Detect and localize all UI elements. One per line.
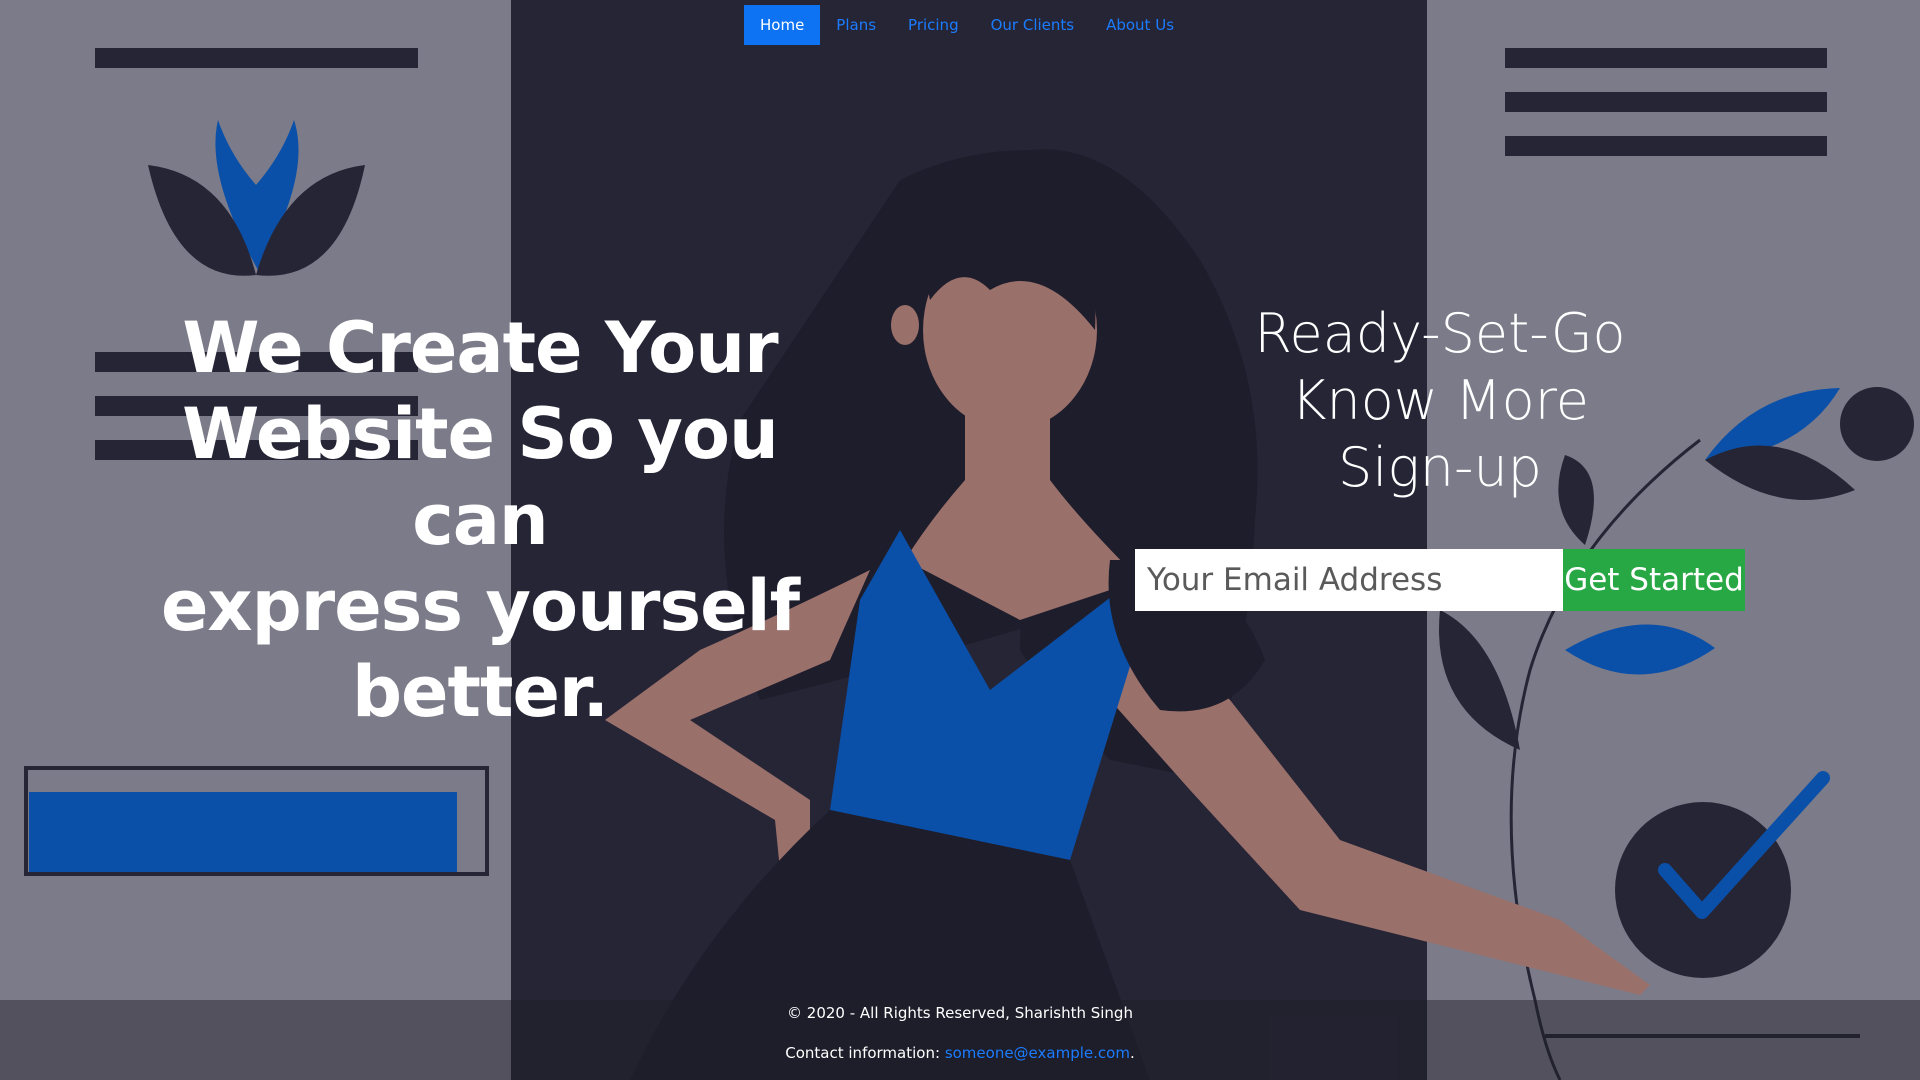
- cta-heading: Ready-Set-Go Know More Sign-up: [1230, 300, 1650, 501]
- cta-line: Know More: [1291, 369, 1589, 432]
- nav-home[interactable]: Home: [744, 5, 821, 45]
- nav-pricing[interactable]: Pricing: [892, 5, 975, 45]
- nav-about-us[interactable]: About Us: [1090, 5, 1190, 45]
- main-nav: Home Plans Pricing Our Clients About Us: [744, 5, 1190, 45]
- hero-line: Website So you: [182, 393, 779, 475]
- contact-label: Contact information:: [785, 1044, 941, 1062]
- hero-line: express yourself: [160, 565, 800, 647]
- contact-email-link[interactable]: someone@example.com: [945, 1044, 1130, 1062]
- footer-copyright: © 2020 - All Rights Reserved, Sharishth …: [787, 1004, 1133, 1022]
- nav-our-clients[interactable]: Our Clients: [975, 5, 1091, 45]
- footer: © 2020 - All Rights Reserved, Sharishth …: [0, 1000, 1920, 1080]
- cta-line: Sign-up: [1338, 436, 1542, 499]
- get-started-button[interactable]: Get Started: [1563, 549, 1745, 611]
- hero-line: better.: [351, 651, 609, 733]
- hero-line: We Create Your: [182, 307, 778, 389]
- nav-plans[interactable]: Plans: [820, 5, 892, 45]
- signup-form: Get Started: [1135, 549, 1745, 611]
- hero-headline: We Create Your Website So you can expres…: [160, 305, 800, 735]
- hero-line: can: [412, 479, 549, 561]
- cta-line: Ready-Set-Go: [1254, 302, 1626, 365]
- contact-suffix: .: [1129, 1044, 1135, 1062]
- footer-contact: Contact information: someone@example.com…: [0, 1044, 1920, 1062]
- email-input[interactable]: [1135, 549, 1563, 611]
